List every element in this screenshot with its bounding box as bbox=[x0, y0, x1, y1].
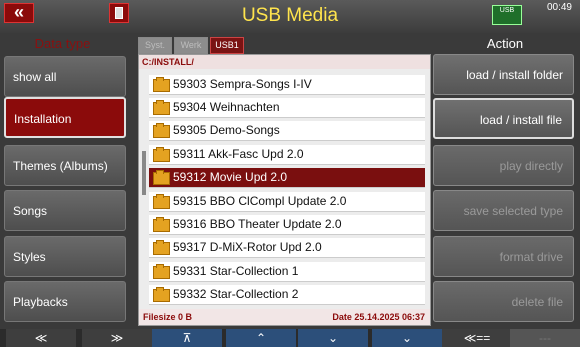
file-row[interactable]: 59304 Weihnachten bbox=[149, 98, 425, 118]
tab-usb1[interactable]: USB1 bbox=[210, 37, 244, 54]
title-bar: « USB Media USB 00:49 bbox=[0, 0, 580, 33]
action-title: Action bbox=[486, 36, 524, 51]
load-install-file-button[interactable]: load / install file bbox=[433, 98, 574, 139]
filesize-label: Filesize 0 B bbox=[143, 312, 193, 322]
file-row[interactable]: 59331 Star-Collection 1 bbox=[149, 262, 425, 282]
file-name: 59305 Demo-Songs bbox=[173, 123, 280, 137]
empty-softkey: --- bbox=[510, 329, 580, 347]
file-row[interactable]: 59332 Star-Collection 2 bbox=[149, 285, 425, 305]
data-type-themes[interactable]: Themes (Albums) bbox=[4, 145, 126, 186]
scroll-down-button[interactable]: ⌄ bbox=[298, 329, 368, 347]
folder-icon bbox=[153, 194, 170, 209]
data-type-songs[interactable]: Songs bbox=[4, 190, 126, 231]
delete-file-button[interactable]: delete file bbox=[433, 281, 574, 322]
load-install-folder-button[interactable]: load / install folder bbox=[433, 54, 574, 95]
file-name: 59331 Star-Collection 1 bbox=[173, 264, 299, 278]
page-down-button[interactable]: ≫ bbox=[82, 329, 152, 347]
folder-icon bbox=[153, 77, 170, 92]
tab-syst[interactable]: Syst. bbox=[138, 37, 172, 54]
data-type-show-all[interactable]: show all bbox=[4, 56, 126, 97]
file-row[interactable]: 59303 Sempra-Songs I-IV bbox=[149, 75, 425, 95]
folder-icon bbox=[153, 287, 170, 302]
file-row[interactable]: 59317 D-MiX-Rotor Upd 2.0 bbox=[149, 238, 425, 258]
folder-icon bbox=[153, 217, 170, 232]
clock: 00:49 bbox=[546, 2, 572, 13]
data-type-styles[interactable]: Styles bbox=[4, 236, 126, 277]
folder-icon bbox=[153, 147, 170, 162]
date-label: Date 25.14.2025 06:37 bbox=[332, 312, 425, 322]
folder-icon bbox=[153, 264, 170, 279]
scroll-top-button[interactable]: ⊼ bbox=[152, 329, 222, 347]
page-up-button[interactable]: ≪ bbox=[6, 329, 76, 347]
folder-icon bbox=[153, 100, 170, 115]
file-row[interactable]: 59305 Demo-Songs bbox=[149, 121, 425, 141]
file-row[interactable]: 59311 Akk-Fasc Upd 2.0 bbox=[149, 145, 425, 165]
file-info-footer: Filesize 0 B Date 25.14.2025 06:37 bbox=[139, 309, 430, 325]
scroll-bottom-button[interactable]: ⌄ bbox=[372, 329, 442, 347]
usb-icon: USB bbox=[492, 5, 522, 25]
scroll-up-button[interactable]: ⌃ bbox=[226, 329, 296, 347]
current-path: C:/INSTALL/ bbox=[139, 55, 430, 69]
scrollbar[interactable] bbox=[142, 151, 146, 195]
file-name: 59303 Sempra-Songs I-IV bbox=[173, 77, 312, 91]
data-type-installation[interactable]: Installation bbox=[4, 97, 126, 138]
file-row-selected[interactable]: 59312 Movie Upd 2.0 bbox=[149, 168, 425, 188]
file-name: 59317 D-MiX-Rotor Upd 2.0 bbox=[173, 240, 322, 254]
tab-werk[interactable]: Werk bbox=[174, 37, 208, 54]
file-list-panel: C:/INSTALL/ 59303 Sempra-Songs I-IV 5930… bbox=[138, 54, 431, 326]
folder-icon bbox=[153, 170, 170, 185]
file-name: 59316 BBO Theater Update 2.0 bbox=[173, 217, 342, 231]
file-name: 59332 Star-Collection 2 bbox=[173, 287, 299, 301]
save-selected-type-button[interactable]: save selected type bbox=[433, 190, 574, 231]
data-type-title: Data type bbox=[34, 36, 91, 51]
file-name: 59311 Akk-Fasc Upd 2.0 bbox=[173, 147, 304, 161]
data-type-playbacks[interactable]: Playbacks bbox=[4, 281, 126, 322]
file-name: 59315 BBO ClCompl Update 2.0 bbox=[173, 194, 347, 208]
file-name: 59312 Movie Upd 2.0 bbox=[173, 170, 288, 184]
folder-icon bbox=[153, 123, 170, 138]
file-row[interactable]: 59315 BBO ClCompl Update 2.0 bbox=[149, 192, 425, 212]
file-name: 59304 Weihnachten bbox=[173, 100, 280, 114]
format-drive-button[interactable]: format drive bbox=[433, 236, 574, 277]
file-row[interactable]: 59316 BBO Theater Update 2.0 bbox=[149, 215, 425, 235]
parent-folder-button[interactable]: ≪== bbox=[442, 329, 512, 347]
folder-icon bbox=[153, 240, 170, 255]
play-directly-button[interactable]: play directly bbox=[433, 145, 574, 186]
